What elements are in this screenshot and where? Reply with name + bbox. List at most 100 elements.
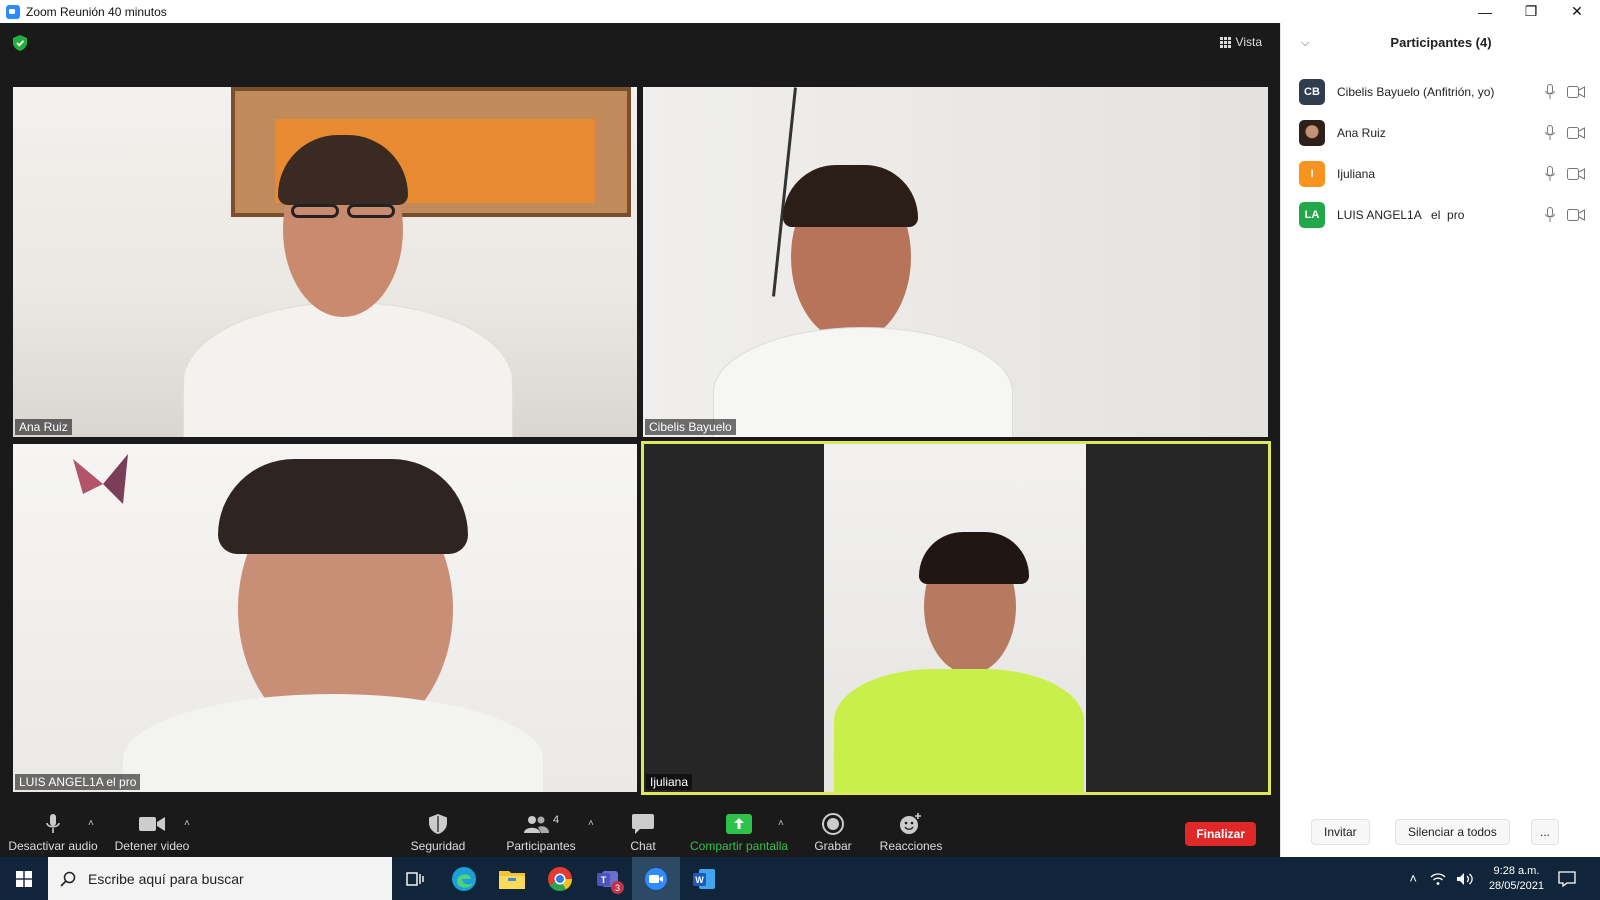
zoom-app-icon [6,4,20,19]
microphone-icon[interactable] [1545,206,1555,223]
tile-name-label: LUIS ANGEL1A el pro [15,774,141,790]
clock[interactable]: 9:28 a.m. 28/05/2021 [1489,864,1544,894]
search-placeholder: Escribe aquí para buscar [88,870,244,887]
taskbar-chrome[interactable] [536,857,584,900]
record-button[interactable]: Grabar [814,810,852,857]
close-button[interactable]: ✕ [1554,0,1600,23]
video-camera-icon[interactable] [1567,126,1585,139]
tile-name-label: Ijuliana [646,774,693,790]
video-camera-icon[interactable] [1567,85,1585,98]
clock-time: 9:28 a.m. [1493,864,1540,877]
more-options-button[interactable]: ... [1531,819,1560,845]
shield-icon [429,814,447,834]
grid-view-icon [1219,36,1231,48]
share-screen-arrow-icon [726,814,752,834]
video-camera-icon [139,817,165,831]
participants-count: 4 [552,814,560,826]
clock-date: 28/05/2021 [1488,879,1544,892]
notifications-icon[interactable] [1558,870,1576,887]
participant-row[interactable]: I Ijuliana [1299,153,1585,194]
stop-video-button[interactable]: Detener video [115,810,189,857]
word-icon: W [693,868,715,889]
avatar [1299,119,1325,146]
video-tile-ana-ruiz[interactable]: Ana Ruiz [13,87,637,437]
search-icon [60,871,76,887]
participants-panel: ⌵ Participantes (4) CB Cibelis Bayuelo (… [1280,23,1600,857]
svg-text:T: T [601,875,607,885]
taskbar-file-explorer[interactable] [488,857,536,900]
avatar: LA [1299,201,1325,228]
task-view-icon [406,871,424,886]
video-camera-icon[interactable] [1567,167,1585,180]
microphone-icon [46,814,60,833]
participants-button[interactable]: 4 Participantes [506,810,576,857]
chat-bubble-icon [632,814,654,834]
view-button[interactable]: Vista [1219,35,1262,49]
participant-row[interactable]: LA LUIS ANGEL1A el pro [1299,194,1585,235]
security-button[interactable]: Seguridad [410,810,466,857]
teams-notification-badge: 3 [611,881,624,894]
video-options-caret-icon[interactable]: ˄ [184,818,190,829]
taskbar-search-box[interactable]: Escribe aquí para buscar [48,857,392,900]
participant-figure [713,327,1013,437]
chat-button[interactable]: Chat [626,810,660,857]
avatar: CB [1299,78,1325,105]
share-options-caret-icon[interactable]: ˄ [778,818,784,829]
svg-text:W: W [695,875,704,885]
video-camera-icon[interactable] [1567,208,1585,221]
participants-panel-title: Participantes (4) [1390,35,1492,50]
participants-panel-footer: Invitar Silenciar a todos ... [1281,819,1600,847]
encryption-shield-icon[interactable] [13,35,27,51]
emoji-reaction-icon [900,813,921,834]
meeting-toolbar: Desactivar audio ˄ Detener video ˄ Segur… [0,810,1280,857]
task-view-button[interactable] [392,857,440,900]
windows-taskbar: Escribe aquí para buscar T 3 W ˄ 9:28 a.… [0,857,1600,900]
participants-options-caret-icon[interactable]: ˄ [588,818,594,829]
video-tile-luis-angel[interactable]: LUIS ANGEL1A el pro [13,444,637,792]
view-label: Vista [1235,35,1262,49]
microphone-icon[interactable] [1545,83,1555,100]
mute-all-button[interactable]: Silenciar a todos [1395,819,1510,845]
participants-list: CB Cibelis Bayuelo (Anfitrión, yo) Ana R… [1299,71,1585,235]
taskbar-teams[interactable]: T 3 [584,857,632,900]
reactions-button[interactable]: Reacciones [880,810,942,857]
tile-name-label: Cibelis Bayuelo [645,419,736,435]
show-hidden-icons-chevron-icon[interactable]: ˄ [1409,871,1417,886]
taskbar-zoom[interactable] [632,857,680,900]
mute-audio-button[interactable]: Desactivar audio [8,810,98,857]
start-button[interactable] [0,857,48,900]
share-screen-button[interactable]: Compartir pantalla [690,810,788,857]
participant-figure [183,302,513,437]
taskbar-edge[interactable] [440,857,488,900]
butterfly-decoration-icon [73,454,128,504]
folder-icon [499,870,525,889]
window-title: Zoom Reunión 40 minutos [26,4,167,19]
window-titlebar: Zoom Reunión 40 minutos — ❐ ✕ [0,0,1600,23]
minimize-button[interactable]: — [1462,0,1508,23]
avatar: I [1299,160,1325,187]
video-tile-ijuliana-active-speaker[interactable]: Ijuliana [641,441,1271,795]
windows-logo-icon [16,870,32,887]
participant-figure [123,694,543,792]
invite-button[interactable]: Invitar [1311,819,1370,845]
participant-row[interactable]: Ana Ruiz [1299,112,1585,153]
zoom-app-icon [645,867,667,890]
volume-icon[interactable] [1456,872,1474,886]
participant-row[interactable]: CB Cibelis Bayuelo (Anfitrión, yo) [1299,71,1585,112]
wifi-icon[interactable] [1430,872,1446,886]
meeting-area: Vista Ana Ruiz Cibelis Bayuelo LUIS ANGE… [0,23,1280,857]
video-tile-cibelis-bayuelo[interactable]: Cibelis Bayuelo [643,87,1268,437]
edge-browser-icon [452,866,476,891]
participants-icon [523,816,549,833]
chrome-browser-icon [548,866,572,891]
system-tray: ˄ 9:28 a.m. 28/05/2021 [1401,857,1600,900]
restore-button[interactable]: ❐ [1508,0,1554,23]
microphone-icon[interactable] [1545,124,1555,141]
video-feed [824,444,1086,792]
participant-figure [834,669,1084,792]
record-icon [822,813,844,835]
audio-options-caret-icon[interactable]: ˄ [88,818,94,829]
end-meeting-button[interactable]: Finalizar [1185,822,1256,846]
microphone-icon[interactable] [1545,165,1555,182]
taskbar-word[interactable]: W [680,857,728,900]
